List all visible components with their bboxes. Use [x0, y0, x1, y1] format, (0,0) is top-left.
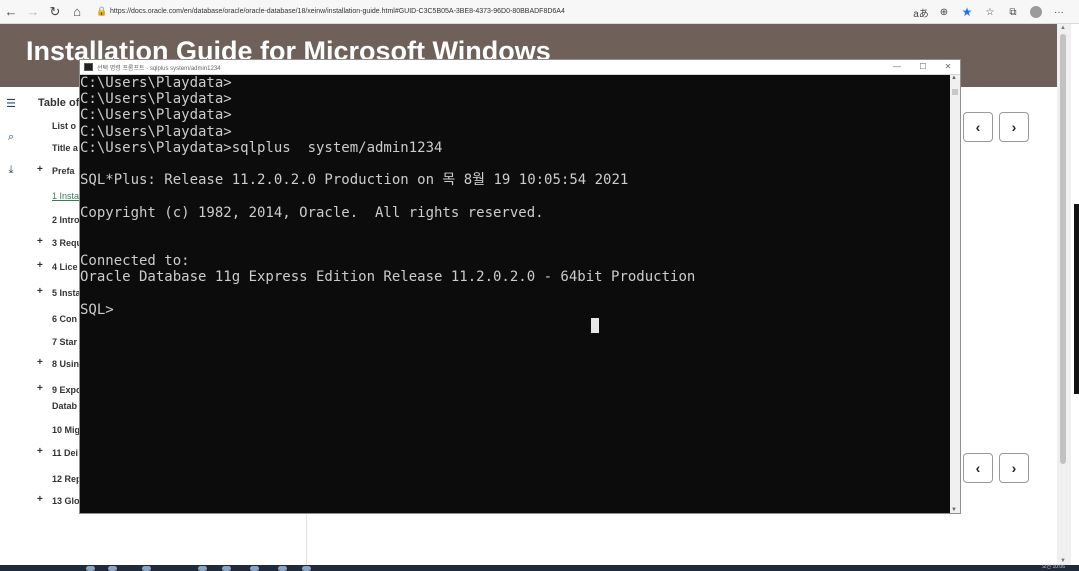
toc-heading: Table of [38, 97, 80, 109]
console-line: C:\Users\Playdata> [80, 75, 232, 91]
favorite-star-icon[interactable]: ★ [957, 2, 977, 22]
taskbar-clock[interactable]: 오전 10:06 [1042, 563, 1065, 570]
next-page-button-bottom[interactable]: › [999, 453, 1029, 483]
text-cursor [591, 318, 599, 333]
toc-item[interactable]: 6 Con [52, 314, 77, 324]
toc-item[interactable]: List o [52, 121, 76, 131]
browser-toolbar: ← → ↻ ⌂ 🔒 https://docs.oracle.com/en/dat… [0, 0, 1079, 24]
maximize-button[interactable]: ☐ [910, 60, 936, 74]
command-prompt-window[interactable]: 선택 명령 프롬프트 - sqlplus system/admin1234 — … [79, 59, 961, 514]
close-button[interactable]: ✕ [935, 60, 961, 74]
scroll-up-icon[interactable]: ▲ [1060, 25, 1066, 31]
toc-expand-icon[interactable]: + [37, 494, 43, 505]
console-line: C:\Users\Playdata> [80, 107, 232, 124]
taskbar-app-icon[interactable] [250, 566, 259, 571]
minimize-button[interactable]: — [884, 60, 910, 74]
taskbar-app-icon[interactable] [108, 566, 117, 571]
windows-taskbar: 오전 10:06 [0, 563, 1079, 571]
toc-item[interactable]: 1 Insta [52, 191, 79, 201]
reload-icon[interactable]: ↻ [44, 2, 66, 22]
terminal-icon [84, 63, 93, 71]
toc-item[interactable]: Datab [52, 401, 77, 411]
lock-icon: 🔒 [96, 6, 108, 16]
toc-list-icon[interactable]: ☰ [4, 97, 18, 111]
download-icon[interactable]: ⤓ [4, 164, 18, 178]
toc-item[interactable]: 2 Intro [52, 215, 80, 225]
console-scrollbar-thumb[interactable] [952, 89, 958, 95]
toc-item[interactable]: 13 Glo [52, 496, 80, 506]
toc-item[interactable]: 11 Dei [52, 448, 78, 458]
toc-item[interactable]: Prefa [52, 166, 75, 176]
toc-expand-icon[interactable]: + [37, 260, 43, 271]
console-scrollbar[interactable]: ▲ ▼ [950, 75, 960, 513]
console-line: Connected to: [80, 253, 190, 270]
toc-expand-icon[interactable]: + [37, 164, 43, 175]
toc-expand-icon[interactable]: + [37, 357, 43, 368]
toc-item[interactable]: 10 Mig [52, 425, 80, 435]
search-icon[interactable]: ⌕ [4, 131, 18, 145]
favorites-icon[interactable]: ☆ [980, 2, 1000, 22]
left-rail: ☰ ⌕ ⤓ [0, 87, 29, 565]
taskbar-app-icon[interactable] [198, 566, 207, 571]
home-icon[interactable]: ⌂ [66, 2, 88, 22]
profile-avatar[interactable] [1026, 2, 1046, 22]
collections-icon[interactable]: ⧉ [1003, 2, 1023, 22]
toc-expand-icon[interactable]: + [37, 446, 43, 457]
scroll-up-icon[interactable]: ▲ [951, 75, 957, 81]
toc-expand-icon[interactable]: + [37, 286, 43, 297]
console-line: Copyright (c) 1982, 2014, Oracle. All ri… [80, 204, 544, 221]
console-line: C:\Users\Playdata>sqlplus system/admin12… [80, 139, 443, 156]
taskbar-app-icon[interactable] [302, 566, 311, 571]
toc-item[interactable]: 3 Requ [52, 238, 82, 248]
toc-item[interactable]: 7 Star [52, 337, 77, 347]
prev-page-button[interactable]: ‹ [963, 112, 993, 142]
taskbar-app-icon[interactable] [222, 566, 231, 571]
prev-page-button-bottom[interactable]: ‹ [963, 453, 993, 483]
read-aloud-icon[interactable]: aあ [911, 2, 931, 22]
console-title-text: 선택 명령 프롬프트 - sqlplus system/admin1234 [97, 66, 221, 72]
toc-item[interactable]: 4 Lice [52, 262, 78, 272]
back-arrow-icon[interactable]: ← [0, 2, 22, 22]
background-window-strip [1074, 204, 1079, 394]
background-window-edge [1071, 24, 1079, 565]
toc-item[interactable]: 8 Usin [52, 359, 79, 369]
forward-arrow-icon[interactable]: → [22, 2, 44, 22]
page-scrollbar[interactable]: ▲ ▼ [1057, 24, 1071, 565]
console-line: SQL*Plus: Release 11.2.0.2.0 Production … [80, 172, 629, 189]
next-page-button[interactable]: › [999, 112, 1029, 142]
console-line: C:\Users\Playdata> [80, 91, 232, 108]
console-titlebar[interactable]: 선택 명령 프롬프트 - sqlplus system/admin1234 — … [80, 60, 960, 75]
url-text: https://docs.oracle.com/en/database/orac… [110, 8, 565, 15]
address-bar[interactable]: 🔒 https://docs.oracle.com/en/database/or… [94, 3, 886, 21]
toc-item[interactable]: 12 Rep [52, 474, 82, 484]
zoom-icon[interactable]: ⊕ [934, 2, 954, 22]
scrollbar-thumb[interactable] [1060, 34, 1066, 464]
console-line: C:\Users\Playdata> [80, 123, 232, 140]
console-output[interactable]: C:\Users\Playdata> C:\Users\Playdata> C:\U… [80, 75, 950, 513]
taskbar-app-icon[interactable] [142, 566, 151, 571]
toc-item[interactable]: Title a [52, 143, 78, 153]
browser-tools: aあ ⊕ ★ ☆ ⧉ ··· [911, 0, 1069, 24]
taskbar-app-icon[interactable] [278, 566, 287, 571]
toc-item[interactable]: 9 Expo [52, 385, 82, 395]
toc-item[interactable]: 5 Insta [52, 288, 81, 298]
console-line: Oracle Database 11g Express Edition Rele… [80, 269, 696, 286]
more-menu-icon[interactable]: ··· [1049, 2, 1069, 22]
toc-expand-icon[interactable]: + [37, 236, 43, 247]
console-line: SQL> [80, 301, 114, 318]
taskbar-app-icon[interactable] [86, 566, 95, 571]
avatar [1030, 6, 1042, 18]
scroll-down-icon[interactable]: ▼ [951, 507, 957, 513]
toc-expand-icon[interactable]: + [37, 383, 43, 394]
